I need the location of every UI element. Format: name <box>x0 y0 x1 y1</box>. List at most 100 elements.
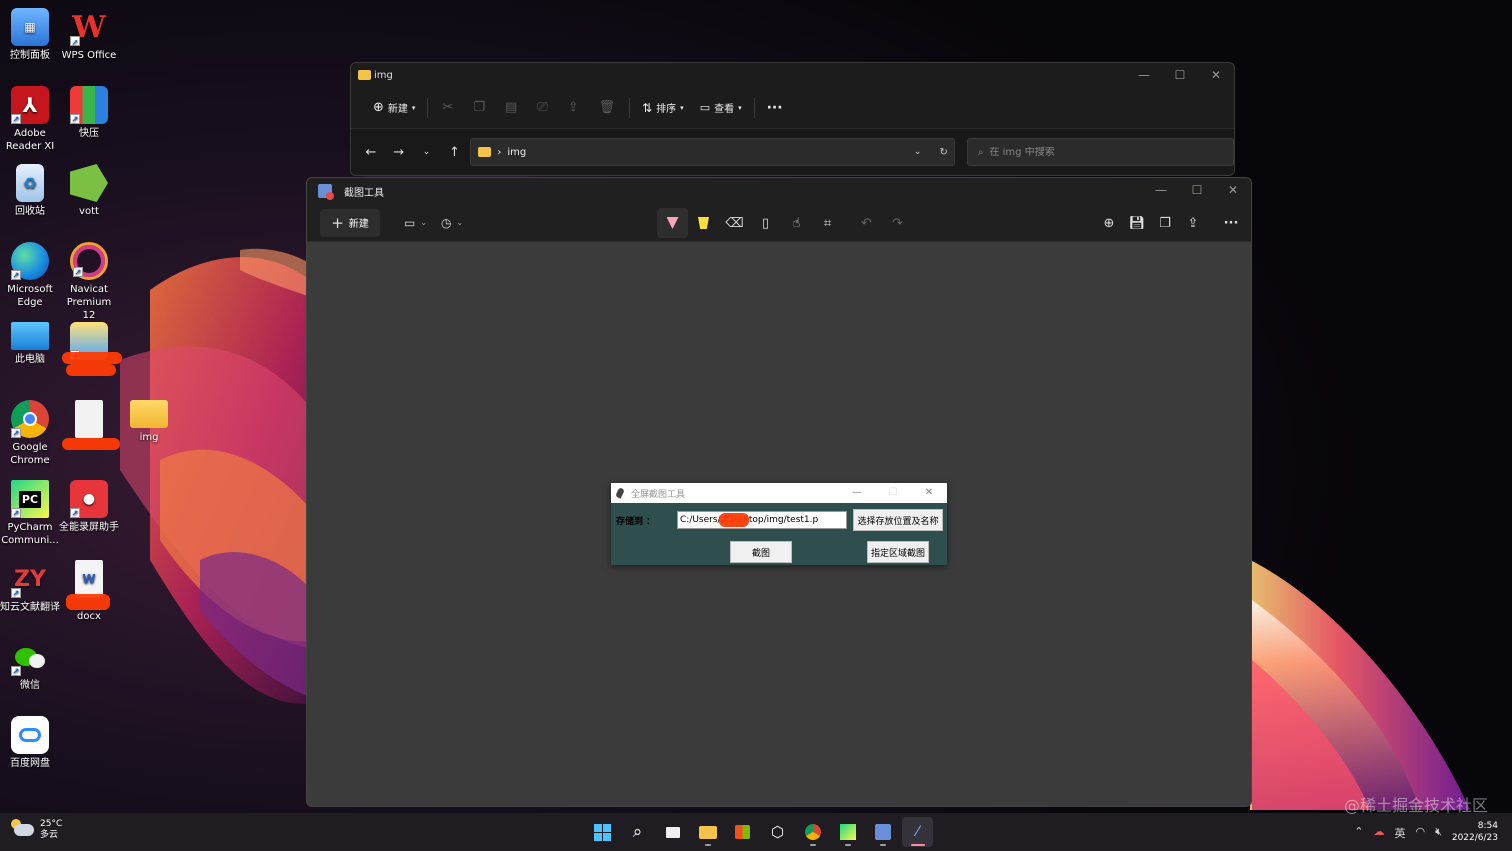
view-button[interactable]: ▭ 查看 ▾ <box>692 94 750 122</box>
delay-dropdown[interactable]: ◷ ⌄ <box>441 216 463 230</box>
zoom-button[interactable]: ⊕ <box>1095 208 1123 238</box>
recycle-bin-icon: ♻ <box>16 164 44 202</box>
recent-locations-button[interactable]: ⌄ <box>415 147 439 157</box>
share-button[interactable]: ⇪ <box>558 94 589 122</box>
taskbar-dev-tool[interactable]: ⬡ <box>762 817 793 847</box>
breadcrumb-segment[interactable]: img <box>507 147 526 158</box>
search-button[interactable]: ⌕ <box>622 817 653 847</box>
weather-widget[interactable]: 25°C 多云 <box>11 819 62 841</box>
desktop-icon-adobe-reader[interactable]: ⅄ ↗ Adobe Reader XI <box>0 86 60 153</box>
trash-icon: 🗑 <box>598 100 616 115</box>
clock-icon: ◷ <box>441 215 452 230</box>
minimize-button[interactable]: — <box>839 483 875 503</box>
search-input[interactable] <box>989 146 1210 158</box>
undo-icon: ↶ <box>861 215 872 231</box>
volume-muted-icon[interactable]: 🔇︎ <box>1435 825 1442 841</box>
desktop-icon-wps-office[interactable]: W ↗ WPS Office <box>59 8 119 62</box>
network-status-icon[interactable]: ☁ <box>1373 825 1384 841</box>
save-button[interactable]: 💾︎ <box>1123 208 1151 238</box>
address-history-icon[interactable]: ⌄ <box>914 147 922 158</box>
show-hidden-icons-chevron-icon[interactable]: ⌃ <box>1354 825 1363 841</box>
snip-mode-dropdown[interactable]: ▭ ⌄ <box>404 216 427 230</box>
back-button[interactable]: ← <box>359 145 383 160</box>
input-method-indicator[interactable]: 英 <box>1394 825 1405 841</box>
refresh-icon[interactable]: ↻ <box>939 147 947 158</box>
new-snip-button[interactable]: + 新建 <box>320 208 380 237</box>
redo-button[interactable]: ↷ <box>882 208 913 238</box>
copy-button[interactable]: ❐ <box>463 94 495 122</box>
taskbar-file-explorer[interactable] <box>692 817 723 847</box>
edge-icon: ↗ <box>11 242 49 280</box>
search-box[interactable]: ⌕ <box>966 138 1234 166</box>
region-capture-button[interactable]: 指定区域截图 <box>867 541 929 563</box>
taskbar-snip-app[interactable] <box>867 817 898 847</box>
ballpoint-pen-button[interactable] <box>657 208 688 238</box>
desktop-icon-kuaiya[interactable]: ↗ 快压 <box>59 86 119 140</box>
touch-writing-button[interactable]: ☝ <box>781 208 812 238</box>
taskbar-python-app[interactable]: ⁄ <box>902 817 933 847</box>
dialog-title-bar[interactable]: 全屏截图工具 — ☐ ✕ <box>611 483 947 503</box>
more-options-button[interactable]: ··· <box>1217 208 1245 238</box>
save-path-field[interactable]: C:/Users/ /Desktop/img/test1.p <box>677 511 847 529</box>
more-options-button[interactable]: ··· <box>759 94 791 122</box>
desktop-icon-pycharm[interactable]: PC ↗ PyCharm Communi... <box>0 480 60 547</box>
close-button[interactable]: ✕ <box>1215 178 1251 202</box>
snip-toolbar: + 新建 ▭ ⌄ ◷ ⌄ ⌫ ▯ ☝ ⌗ ↶ ↷ ⊕ 💾︎ ❐ ⇪ ··· <box>307 204 1251 242</box>
fullscreen-capture-dialog[interactable]: 全屏截图工具 — ☐ ✕ 存储到 ： C:/Users/ /Desktop/im… <box>611 483 947 565</box>
desktop-icon-recycle-bin[interactable]: ♻ 回收站 <box>0 164 60 218</box>
paste-button[interactable]: ▤ <box>495 94 527 122</box>
rename-button[interactable]: ⎚ <box>527 94 557 122</box>
up-button[interactable]: ↑ <box>442 145 466 160</box>
close-button[interactable]: ✕ <box>1198 63 1234 87</box>
desktop-icon-baidu-netdisk[interactable]: 百度网盘 <box>0 716 60 770</box>
desktop-icon-img-folder[interactable]: img <box>119 400 179 444</box>
share-button[interactable]: ⇪ <box>1179 208 1207 238</box>
desktop-icon-label: 微信 <box>20 680 40 691</box>
forward-button[interactable]: → <box>387 145 411 160</box>
snip-title-bar[interactable]: 截图工具 — ☐ ✕ <box>307 178 1251 204</box>
choose-location-button[interactable]: 选择存放位置及名称 <box>853 509 943 531</box>
new-button[interactable]: ⊕ 新建 ▾ <box>365 94 423 122</box>
snipping-tool-icon <box>874 824 891 840</box>
desktop-icon-edge[interactable]: ↗ Microsoft Edge <box>0 242 60 309</box>
ruler-button[interactable]: ▯ <box>750 208 781 238</box>
maximize-button[interactable]: ☐ <box>1162 63 1198 87</box>
taskbar-chrome[interactable] <box>797 817 828 847</box>
desktop-icon-recorder[interactable]: ● ↗ 全能录屏助手 <box>59 480 119 534</box>
wifi-icon[interactable]: ◠ <box>1415 825 1425 841</box>
eraser-button[interactable]: ⌫ <box>719 208 750 238</box>
sort-button[interactable]: ⇅ 排序 ▾ <box>634 94 692 122</box>
desktop-icon-vott[interactable]: vott <box>59 164 119 218</box>
desktop-icon-label: 控制面板 <box>10 50 50 61</box>
minimize-button[interactable]: — <box>1143 178 1179 202</box>
delete-button[interactable]: 🗑 <box>589 94 626 122</box>
close-button[interactable]: ✕ <box>911 483 947 503</box>
task-view-button[interactable] <box>657 817 688 847</box>
chevron-down-icon: ▾ <box>738 103 742 112</box>
taskbar-store[interactable] <box>727 817 758 847</box>
cut-button[interactable]: ✂ <box>432 94 463 122</box>
maximize-button[interactable]: ☐ <box>1179 178 1215 202</box>
undo-button[interactable]: ↶ <box>851 208 882 238</box>
ruler-icon: ▯ <box>761 215 770 231</box>
desktop-icon-zhiyun[interactable]: ZY ↗ 知云文献翻译 <box>0 560 60 614</box>
maximize-button: ☐ <box>888 487 898 498</box>
address-bar[interactable]: › img ⌄ ↻ <box>470 138 955 166</box>
capture-button[interactable]: 截图 <box>730 541 792 563</box>
highlighter-button[interactable] <box>688 208 719 238</box>
desktop-icon-navicat[interactable]: ↗ Navicat Premium 12 <box>59 242 119 322</box>
explorer-title-bar[interactable]: img — ☐ ✕ <box>351 63 1234 87</box>
minimize-button[interactable]: — <box>1126 63 1162 87</box>
copy-button[interactable]: ❐ <box>1151 208 1179 238</box>
start-button[interactable] <box>587 817 618 847</box>
desktop-icon-wechat[interactable]: ↗ 微信 <box>0 638 60 692</box>
desktop-icon-docx[interactable]: W docx <box>59 560 119 623</box>
file-explorer-window[interactable]: img — ☐ ✕ ⊕ 新建 ▾ ✂ ❐ ▤ ⎚ ⇪ 🗑 ⇅ 排序 ▾ ▭ 查看… <box>350 62 1235 176</box>
desktop-icon-redacted-doc[interactable] <box>59 400 119 441</box>
desktop-icon-this-pc[interactable]: 此电脑 <box>0 322 60 366</box>
taskbar-pycharm[interactable] <box>832 817 863 847</box>
desktop-icon-control-panel[interactable]: ▦ 控制面板 <box>0 8 60 62</box>
crop-button[interactable]: ⌗ <box>812 208 843 238</box>
desktop-icon-chrome[interactable]: ↗ Google Chrome <box>0 400 60 467</box>
system-clock[interactable]: 8:54 2022/6/23 <box>1452 820 1498 844</box>
